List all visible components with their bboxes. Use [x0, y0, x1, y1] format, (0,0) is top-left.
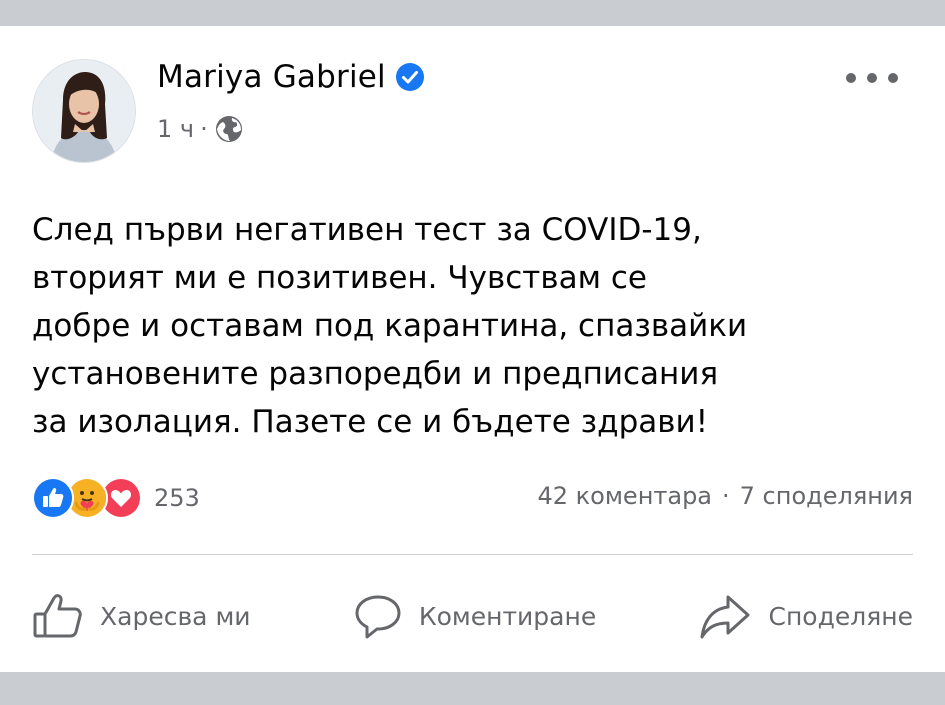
author-avatar[interactable] [32, 59, 136, 163]
more-dot [867, 73, 877, 83]
like-button-label: Харесва ми [100, 601, 251, 631]
comments-count[interactable]: 42 коментара [537, 482, 712, 510]
author-name-row: Mariya Gabriel [157, 59, 425, 95]
reactions-summary[interactable]: 253 [32, 477, 200, 519]
globe-icon[interactable] [214, 114, 244, 144]
comment-button-label: Коментиране [418, 601, 597, 631]
post-stats: 42 коментара · 7 споделяния [537, 482, 913, 510]
share-button[interactable]: Споделяне [686, 591, 925, 641]
share-arrow-icon [700, 595, 750, 639]
like-reaction-icon [32, 477, 74, 519]
thumbs-up-icon [33, 594, 82, 638]
verified-badge-icon [395, 62, 425, 92]
post-body-text: След първи негативен тест за COVID-19, в… [32, 212, 748, 440]
shares-count[interactable]: 7 споделяния [740, 482, 913, 510]
share-button-label: Споделяне [768, 601, 913, 631]
actions-divider [32, 554, 913, 555]
avatar-image [33, 60, 135, 162]
post-actions-bar: Харесва ми Коментиране Споделяне [20, 586, 925, 646]
comment-button[interactable]: Коментиране [341, 591, 608, 641]
like-button[interactable]: Харесва ми [20, 590, 263, 642]
post-meta: 1 ч · [157, 114, 244, 144]
more-dot [846, 73, 856, 83]
more-options-icon[interactable] [846, 66, 898, 90]
post-card: Mariya Gabriel 1 ч · След първи негативе… [0, 26, 945, 672]
more-dot [888, 73, 898, 83]
reactions-count: 253 [154, 484, 200, 512]
post-timestamp[interactable]: 1 ч [157, 115, 194, 143]
author-name[interactable]: Mariya Gabriel [157, 59, 386, 95]
meta-separator: · [200, 115, 208, 143]
comment-bubble-icon [355, 595, 401, 639]
stats-separator: · [722, 482, 730, 510]
